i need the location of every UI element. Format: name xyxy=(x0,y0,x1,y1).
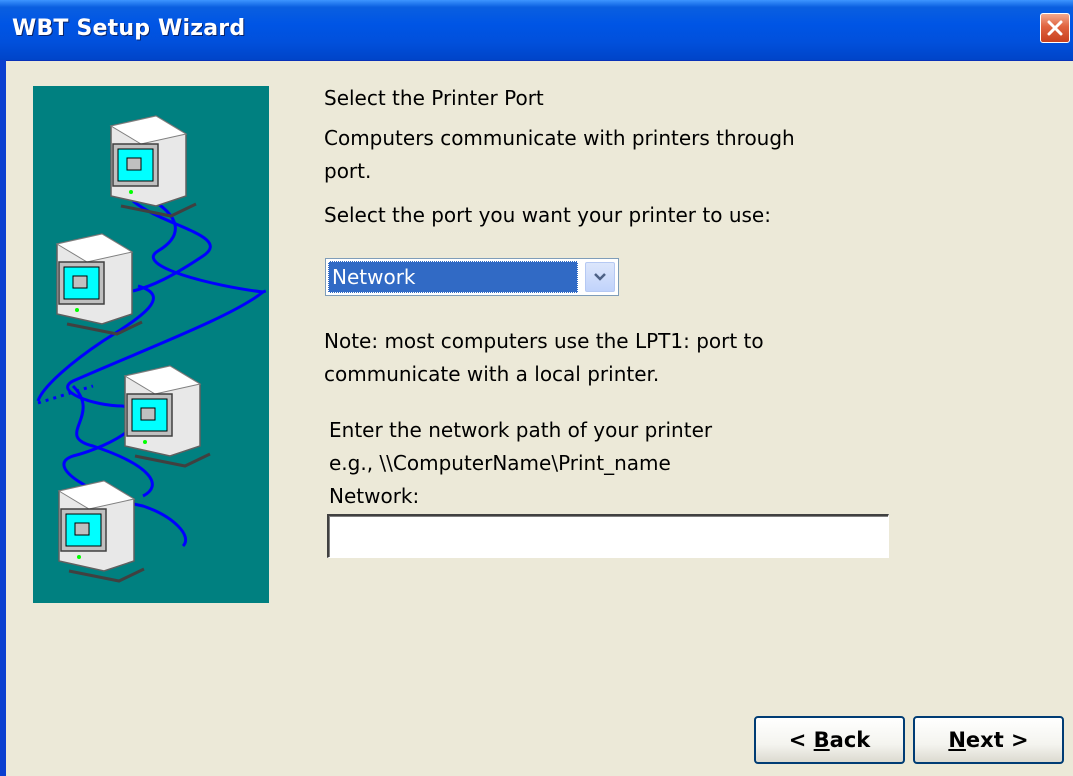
computer-top xyxy=(109,115,197,218)
window-left-border xyxy=(0,60,6,776)
description-line-1: Computers communicate with printers thro… xyxy=(324,126,795,150)
page-heading: Select the Printer Port xyxy=(324,86,544,110)
network-path-example: e.g., \\ComputerName\Print_name xyxy=(329,451,671,475)
close-button[interactable] xyxy=(1040,13,1070,43)
close-icon xyxy=(1047,20,1063,36)
note-line-2: communicate with a local printer. xyxy=(324,362,660,386)
computer-third xyxy=(123,365,211,468)
next-button[interactable]: Next > xyxy=(913,716,1064,764)
computer-bottom xyxy=(57,480,145,583)
chevron-down-icon xyxy=(594,273,606,281)
back-button-mnemonic: B xyxy=(813,728,830,752)
network-computers-icon xyxy=(36,115,269,583)
network-path-instruction: Enter the network path of your printer xyxy=(329,418,713,442)
port-select-value: Network xyxy=(328,261,578,293)
back-button-prefix: < xyxy=(788,728,814,752)
network-field-label: Network: xyxy=(329,484,420,508)
port-select[interactable]: Network xyxy=(325,258,619,296)
back-button[interactable]: < Back xyxy=(754,716,905,764)
note-line-1: Note: most computers use the LPT1: port … xyxy=(324,329,764,353)
wizard-window: WBT Setup Wizard Select the Printer Port… xyxy=(0,0,1073,776)
next-button-label: ext > xyxy=(965,728,1029,752)
back-button-label: ack xyxy=(829,728,871,752)
computer-second xyxy=(55,233,143,336)
select-prompt: Select the port you want your printer to… xyxy=(324,203,771,227)
title-bar[interactable]: WBT Setup Wizard xyxy=(0,0,1073,61)
network-path-input[interactable] xyxy=(327,514,889,558)
window-title: WBT Setup Wizard xyxy=(12,16,246,41)
wizard-illustration xyxy=(33,86,269,603)
description-line-2: port. xyxy=(324,159,372,183)
next-button-mnemonic: N xyxy=(948,728,966,752)
port-select-dropdown-button[interactable] xyxy=(585,262,615,292)
